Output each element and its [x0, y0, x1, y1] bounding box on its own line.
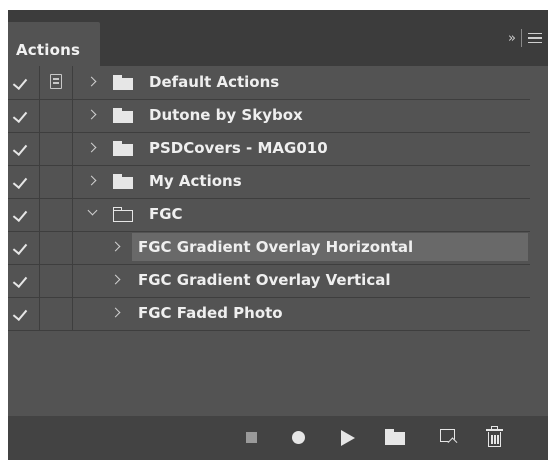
- checkmark-icon: [12, 206, 28, 223]
- expand-chevron-icon[interactable]: [86, 140, 100, 156]
- stop-icon[interactable]: [246, 432, 257, 443]
- action-set-row[interactable]: FGC: [8, 198, 530, 232]
- folder-icon: [113, 75, 133, 90]
- actions-panel: Actions » Default Actions Dutone by Skyb…: [8, 10, 548, 460]
- expand-chevron-icon[interactable]: [110, 305, 124, 321]
- checkmark-icon: [12, 239, 28, 256]
- new-action-icon[interactable]: [440, 429, 458, 448]
- hamburger-menu-icon[interactable]: [528, 32, 542, 44]
- action-set-label: FGC: [149, 205, 183, 223]
- toggle-item-checkbox[interactable]: [8, 264, 40, 297]
- checkmark-icon: [12, 173, 28, 190]
- action-label: FGC Faded Photo: [138, 304, 283, 322]
- action-set-label: Default Actions: [149, 73, 280, 91]
- toggle-dialog-checkbox[interactable]: [40, 264, 73, 297]
- delete-trash-icon[interactable]: [486, 426, 503, 448]
- divider: [521, 29, 522, 47]
- checkmark-icon: [12, 140, 28, 157]
- expand-chevron-icon[interactable]: [110, 239, 124, 255]
- dialog-icon: [50, 74, 62, 89]
- folder-icon: [113, 108, 133, 123]
- collapse-panel-icon[interactable]: »: [508, 31, 516, 46]
- expand-chevron-icon[interactable]: [86, 173, 100, 189]
- panel-tab-bar: Actions »: [8, 10, 548, 66]
- action-row[interactable]: FGC Gradient Overlay Horizontal: [8, 231, 530, 265]
- toggle-item-checkbox[interactable]: [8, 297, 40, 330]
- action-set-row[interactable]: Dutone by Skybox: [8, 99, 530, 133]
- action-set-label: PSDCovers - MAG010: [149, 139, 328, 157]
- toggle-dialog-checkbox[interactable]: [40, 198, 73, 231]
- toggle-item-checkbox[interactable]: [8, 132, 40, 165]
- actions-list: Default Actions Dutone by Skybox PSDCove…: [8, 66, 538, 416]
- open-folder-icon: [113, 207, 133, 222]
- actions-toolbar: [8, 416, 548, 460]
- checkmark-icon: [12, 107, 28, 124]
- action-set-row[interactable]: PSDCovers - MAG010: [8, 132, 530, 166]
- toggle-item-checkbox[interactable]: [8, 66, 40, 99]
- action-row[interactable]: FGC Gradient Overlay Vertical: [8, 264, 530, 298]
- action-label: FGC Gradient Overlay Vertical: [138, 271, 391, 289]
- checkmark-icon: [12, 305, 28, 322]
- action-set-label: Dutone by Skybox: [149, 106, 303, 124]
- collapse-chevron-icon[interactable]: [86, 206, 100, 222]
- action-set-label: My Actions: [149, 172, 242, 190]
- action-row[interactable]: FGC Faded Photo: [8, 297, 530, 331]
- toggle-item-checkbox[interactable]: [8, 231, 40, 264]
- folder-icon: [113, 141, 133, 156]
- toggle-dialog-checkbox[interactable]: [40, 132, 73, 165]
- tab-actions[interactable]: Actions: [8, 22, 100, 66]
- play-icon[interactable]: [341, 430, 355, 446]
- action-set-row[interactable]: Default Actions: [8, 66, 530, 100]
- action-set-row[interactable]: My Actions: [8, 165, 530, 199]
- action-label: FGC Gradient Overlay Horizontal: [138, 238, 414, 256]
- expand-chevron-icon[interactable]: [110, 272, 124, 288]
- toggle-item-checkbox[interactable]: [8, 165, 40, 198]
- checkmark-icon: [12, 74, 28, 91]
- toggle-dialog-checkbox[interactable]: [40, 231, 73, 264]
- toggle-dialog-checkbox[interactable]: [40, 297, 73, 330]
- expand-chevron-icon[interactable]: [86, 107, 100, 123]
- tab-actions-label: Actions: [16, 41, 81, 59]
- panel-controls: »: [508, 28, 542, 48]
- new-set-folder-icon[interactable]: [385, 429, 405, 445]
- record-icon[interactable]: [292, 431, 305, 444]
- toggle-item-checkbox[interactable]: [8, 198, 40, 231]
- expand-chevron-icon[interactable]: [86, 74, 100, 90]
- toggle-item-checkbox[interactable]: [8, 99, 40, 132]
- toggle-dialog-checkbox[interactable]: [40, 66, 73, 99]
- checkmark-icon: [12, 272, 28, 289]
- toggle-dialog-checkbox[interactable]: [40, 99, 73, 132]
- folder-icon: [113, 174, 133, 189]
- toggle-dialog-checkbox[interactable]: [40, 165, 73, 198]
